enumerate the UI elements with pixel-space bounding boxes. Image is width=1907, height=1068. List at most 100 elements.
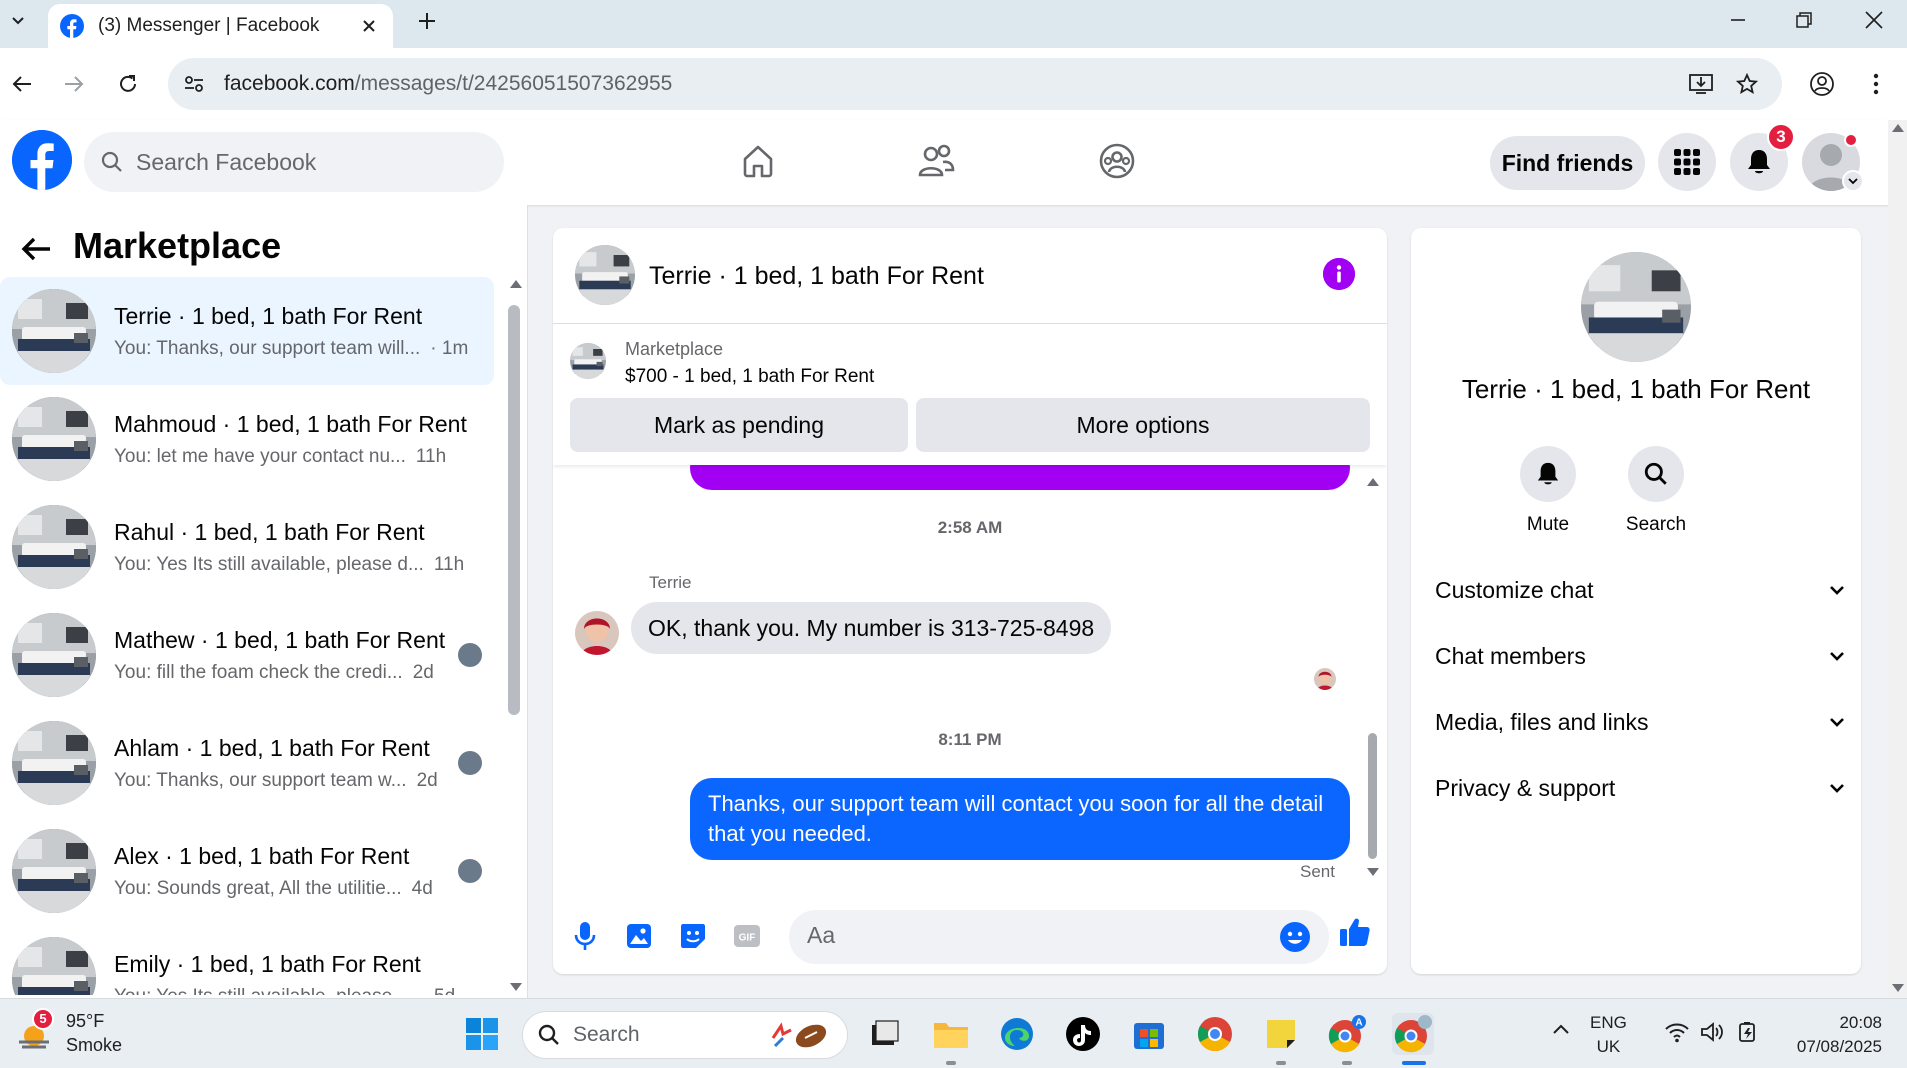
new-tab-icon[interactable] xyxy=(412,6,442,36)
browser-tabstrip: (3) Messenger | Facebook xyxy=(0,0,1907,48)
groups-icon[interactable] xyxy=(1092,136,1142,186)
wifi-icon[interactable] xyxy=(1664,1021,1690,1043)
privacy-support-row[interactable]: Privacy & support xyxy=(1435,764,1845,812)
taskbar-search[interactable]: Search xyxy=(522,1011,848,1059)
edge-browser-icon[interactable] xyxy=(996,1013,1038,1055)
home-icon[interactable] xyxy=(733,136,783,186)
sticker-icon[interactable] xyxy=(675,918,711,954)
weather-alert-badge: 5 xyxy=(32,1007,54,1030)
chrome-profile-a-icon[interactable]: A xyxy=(1326,1013,1368,1055)
friends-icon[interactable] xyxy=(911,136,961,186)
profile-icon[interactable] xyxy=(1804,66,1840,102)
show-hidden-icons-chevron-icon[interactable] xyxy=(1552,1023,1570,1035)
chat-scrollbar-thumb[interactable] xyxy=(1368,733,1377,859)
weather-widget[interactable]: 5 95°F Smoke xyxy=(14,1007,122,1056)
list-scrollbar-thumb[interactable] xyxy=(508,305,520,715)
customize-chat-row[interactable]: Customize chat xyxy=(1435,566,1845,614)
minimize-icon[interactable] xyxy=(1708,0,1768,40)
language-indicator[interactable]: ENG UK xyxy=(1590,1013,1627,1057)
browser-tab[interactable]: (3) Messenger | Facebook xyxy=(48,4,393,48)
chat-members-row[interactable]: Chat members xyxy=(1435,632,1845,680)
photo-icon[interactable] xyxy=(621,918,657,954)
conversation-item[interactable]: Alex · 1 bed, 1 bath For Rent You: Sounds… xyxy=(0,817,494,925)
volume-icon[interactable] xyxy=(1700,1021,1726,1043)
conversation-item[interactable]: Ahlam · 1 bed, 1 bath For Rent You: Thank… xyxy=(0,709,494,817)
incoming-message-bubble[interactable]: OK, thank you. My number is 313-725-8498 xyxy=(631,602,1112,654)
conversation-name: Ahlam · 1 bed, 1 bath For Rent xyxy=(114,734,430,761)
back-icon[interactable] xyxy=(4,66,40,102)
search-action[interactable]: Search xyxy=(1606,446,1706,536)
microsoft-store-icon[interactable] xyxy=(1128,1013,1170,1055)
listing-title[interactable]: $700 - 1 bed, 1 bath For Rent xyxy=(625,366,874,388)
facebook-search-field[interactable] xyxy=(84,132,504,192)
back-arrow-icon[interactable] xyxy=(16,229,56,269)
chat-title[interactable]: Terrie · 1 bed, 1 bath For Rent xyxy=(649,262,984,291)
conversation-item[interactable]: Mathew · 1 bed, 1 bath For Rent You: fill… xyxy=(0,601,494,709)
site-settings-icon[interactable] xyxy=(180,70,208,98)
tiktok-icon[interactable] xyxy=(1062,1013,1104,1055)
chat-avatar[interactable] xyxy=(575,245,635,305)
conversation-item[interactable]: Rahul · 1 bed, 1 bath For Rent You: Yes I… xyxy=(0,493,494,601)
address-bar[interactable]: facebook.com/messages/t/2425605150736295… xyxy=(168,58,1782,110)
mark-as-pending-button[interactable]: Mark as pending xyxy=(570,398,908,452)
chrome-profile-active-icon[interactable] xyxy=(1392,1013,1434,1055)
page-scrollbar[interactable] xyxy=(1888,120,1907,998)
more-options-button[interactable]: More options xyxy=(916,398,1370,452)
message-input[interactable] xyxy=(807,922,1247,949)
outgoing-message-bubble[interactable]: Thanks, our support team will contact yo… xyxy=(690,778,1350,860)
chat-scroll-down-icon[interactable] xyxy=(1367,868,1379,876)
restore-icon[interactable] xyxy=(1774,0,1834,40)
conversation-item[interactable]: Emily · 1 bed, 1 bath For Rent You: Yes I… xyxy=(0,925,494,995)
reload-icon[interactable] xyxy=(110,66,146,102)
mute-action[interactable]: Mute xyxy=(1498,446,1598,536)
conversation-item[interactable]: Mahmoud · 1 bed, 1 bath For Rent You: let… xyxy=(0,385,494,493)
close-window-icon[interactable] xyxy=(1844,0,1904,40)
bookmark-star-icon[interactable] xyxy=(1733,70,1761,98)
page-scroll-up-icon[interactable] xyxy=(1892,124,1904,132)
conversation-preview: You: Sounds great, All the utilitie... 4d xyxy=(114,878,450,900)
facebook-logo-icon[interactable] xyxy=(12,130,72,190)
close-tab-icon[interactable] xyxy=(357,14,381,38)
find-friends-button[interactable]: Find friends xyxy=(1490,136,1645,190)
profile-name[interactable]: Terrie · 1 bed, 1 bath For Rent xyxy=(1411,374,1861,405)
running-indicator xyxy=(946,1061,956,1065)
like-thumb-icon[interactable] xyxy=(1337,914,1373,950)
chrome-icon[interactable] xyxy=(1194,1013,1236,1055)
emoji-icon[interactable] xyxy=(1279,921,1311,953)
battery-charging-icon[interactable] xyxy=(1736,1021,1762,1043)
panel-title: Marketplace xyxy=(73,225,282,266)
scroll-up-icon[interactable] xyxy=(510,280,522,288)
sender-avatar[interactable] xyxy=(575,611,619,655)
info-icon[interactable] xyxy=(1323,258,1355,290)
media-files-links-row[interactable]: Media, files and links xyxy=(1435,698,1845,746)
listing-thumbnail[interactable] xyxy=(570,343,606,379)
marketplace-chat-list-panel: Marketplace Terrie · 1 bed, 1 bath For R… xyxy=(0,205,528,998)
chat-scroll-up-icon[interactable] xyxy=(1367,478,1379,486)
install-app-icon[interactable] xyxy=(1687,70,1715,98)
search-icon xyxy=(538,1024,559,1045)
file-explorer-icon[interactable] xyxy=(930,1013,972,1055)
task-view-icon[interactable] xyxy=(864,1013,906,1055)
windows-start-icon[interactable] xyxy=(461,1013,503,1055)
conversation-name: Mathew · 1 bed, 1 bath For Rent xyxy=(114,626,446,653)
menu-grid-icon[interactable] xyxy=(1658,133,1716,191)
forward-icon[interactable] xyxy=(56,66,92,102)
gif-icon[interactable]: GIF xyxy=(729,918,765,954)
mute-bell-icon[interactable] xyxy=(1520,446,1576,502)
tab-search-menu-button[interactable] xyxy=(4,6,32,34)
account-chevron-icon[interactable] xyxy=(1842,170,1864,192)
search-icon[interactable] xyxy=(1628,446,1684,502)
browser-menu-icon[interactable] xyxy=(1858,66,1894,102)
section-label: Media, files and links xyxy=(1435,708,1649,735)
page-scroll-down-icon[interactable] xyxy=(1892,984,1904,992)
message-input-field[interactable] xyxy=(789,910,1329,964)
clock[interactable]: 20:08 07/08/2025 xyxy=(1786,1013,1882,1057)
profile-avatar[interactable] xyxy=(1581,252,1691,362)
facebook-search-input[interactable] xyxy=(136,148,476,176)
scroll-down-icon[interactable] xyxy=(510,983,522,991)
sender-name: Terrie xyxy=(649,573,692,592)
sticky-notes-icon[interactable] xyxy=(1260,1013,1302,1055)
conversation-item[interactable]: Terrie · 1 bed, 1 bath For Rent You: Than… xyxy=(0,277,494,385)
conversation-name: Mahmoud · 1 bed, 1 bath For Rent xyxy=(114,410,467,437)
microphone-icon[interactable] xyxy=(567,918,603,954)
